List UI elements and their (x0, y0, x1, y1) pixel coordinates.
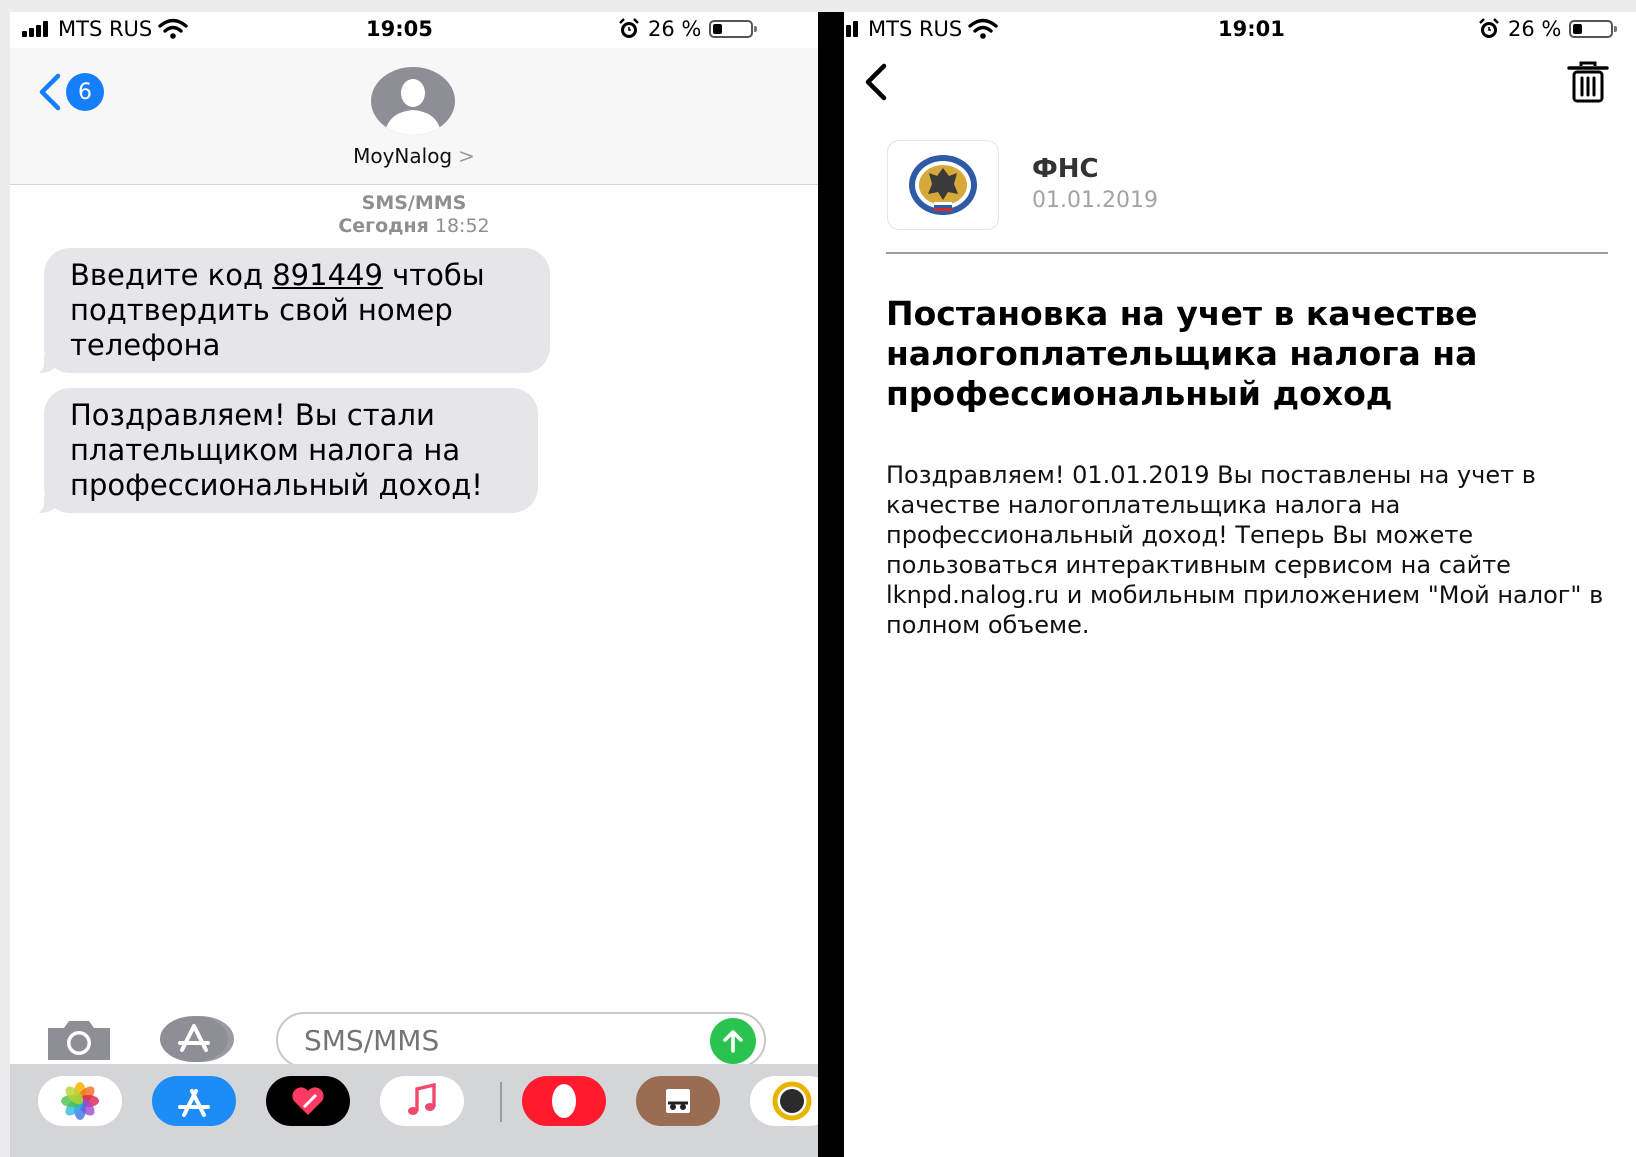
wifi-icon (158, 18, 188, 39)
wifi-icon (968, 18, 998, 39)
digital-touch-app-icon[interactable] (266, 1076, 350, 1126)
battery-percent: 26 % (648, 17, 702, 41)
back-button[interactable] (858, 62, 894, 102)
unread-badge: 6 (66, 73, 104, 111)
photos-app-icon[interactable] (38, 1076, 122, 1126)
message-bubble[interactable]: Введите код 891449 чтобы подтвердить сво… (30, 248, 550, 374)
status-bar: MTS RUS 19:05 26 % (10, 12, 818, 48)
carrier-label: MTS RUS (868, 17, 963, 41)
message-time: 18:52 (434, 215, 490, 237)
divider (886, 252, 1608, 254)
sms-thread-screen: MTS RUS 19:05 26 % 6 MoyNalog> SMS/MMS (10, 12, 818, 1157)
verification-code-link[interactable]: 891449 (272, 258, 383, 292)
trash-icon[interactable] (1566, 60, 1610, 104)
date-label: Сегодня (338, 215, 429, 237)
sender-logo (887, 140, 999, 230)
app-store-app-icon[interactable] (152, 1076, 236, 1126)
camera-icon[interactable] (44, 1016, 114, 1062)
chevron-right-icon: > (458, 144, 475, 168)
app-store-icon[interactable] (160, 1014, 236, 1064)
sender-date: 01.01.2019 (1032, 188, 1158, 213)
color-app-icon[interactable] (750, 1076, 818, 1126)
fns-emblem-icon (909, 155, 977, 215)
service-label: SMS/MMS (361, 192, 467, 214)
app-drawer (10, 1064, 818, 1157)
notification-title: Постановка на учет в качестве налогоплат… (886, 294, 1478, 413)
clock: 19:01 (1218, 17, 1285, 41)
carrier-label: MTS RUS (58, 17, 153, 41)
contact-name-button[interactable]: MoyNalog > (10, 144, 818, 168)
sms-input[interactable] (276, 1012, 766, 1068)
panel-divider (818, 12, 844, 1157)
notification-body: Поздравляем! 01.01.2019 Вы поставлены на… (886, 461, 1604, 639)
incognito-app-icon[interactable] (636, 1076, 720, 1126)
signal-icon (844, 21, 858, 37)
signal-icon (22, 21, 48, 37)
back-button[interactable]: 6 (36, 72, 104, 112)
status-bar: MTS RUS 19:01 26 % (844, 12, 1636, 48)
message-text: Поздравляем! Вы стали плательщиком налог… (70, 398, 483, 502)
arrow-up-icon (723, 1030, 743, 1053)
message-bubble[interactable]: Поздравляем! Вы стали плательщиком налог… (30, 388, 538, 514)
conversation-header: 6 MoyNalog > (10, 48, 818, 185)
send-button[interactable] (710, 1018, 756, 1064)
chevron-left-icon (39, 73, 61, 111)
sender-name: ФНС (1032, 154, 1099, 184)
message-text: Введите код (70, 258, 273, 292)
battery-icon (1569, 20, 1618, 38)
drawer-divider (500, 1082, 502, 1122)
contact-name: MoyNalog (353, 144, 453, 168)
thread-timestamp: SMS/MMS Сегодня 18:52 (10, 192, 818, 238)
alarm-icon (619, 18, 639, 38)
opera-app-icon[interactable] (522, 1076, 606, 1126)
battery-percent: 26 % (1508, 17, 1562, 41)
battery-icon (709, 20, 758, 38)
clock: 19:05 (366, 17, 433, 41)
alarm-icon (1479, 18, 1499, 38)
music-app-icon[interactable] (380, 1076, 464, 1126)
fns-notification-screen: MTS RUS 19:01 26 % ФНС 01.01.2019 Постан… (844, 12, 1636, 1157)
avatar[interactable] (370, 66, 456, 136)
